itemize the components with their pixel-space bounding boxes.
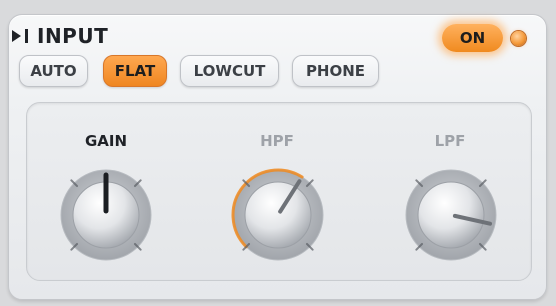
hpf-knob-cap[interactable] xyxy=(244,181,312,249)
lpf-knob[interactable] xyxy=(396,160,506,270)
mode-flat-button[interactable]: FLAT xyxy=(103,55,167,87)
collapse-triangle-icon[interactable] xyxy=(12,30,21,42)
lpf-label: LPF xyxy=(434,132,466,150)
lpf-knob-cap[interactable] xyxy=(417,181,485,249)
hpf-label: HPF xyxy=(260,132,294,150)
gain-label: GAIN xyxy=(84,132,128,150)
section-title: INPUT xyxy=(37,24,109,48)
gain-knob[interactable] xyxy=(51,160,161,270)
mode-lowcut-button[interactable]: LOWCUT xyxy=(180,55,279,87)
hpf-knob[interactable] xyxy=(223,160,333,270)
mode-auto-button[interactable]: AUTO xyxy=(19,55,88,87)
bar-icon xyxy=(25,29,28,43)
power-toggle-button[interactable]: ON xyxy=(442,24,503,52)
mode-phone-button[interactable]: PHONE xyxy=(292,55,379,87)
section-header[interactable]: INPUT xyxy=(12,24,108,48)
status-led-icon xyxy=(511,31,526,46)
